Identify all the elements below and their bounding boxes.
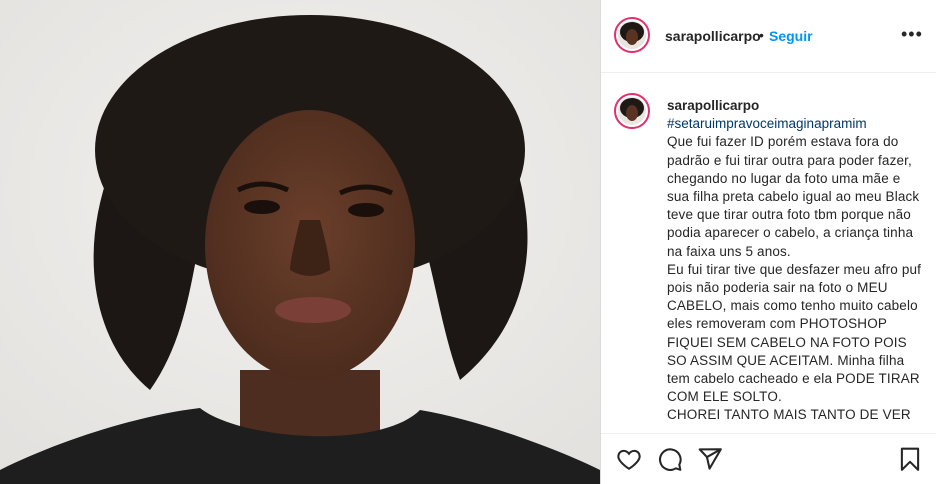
- post-actions: [601, 434, 936, 484]
- caption-avatar[interactable]: [614, 93, 650, 129]
- hashtag-link[interactable]: #setaruimpravoceimaginapramim: [667, 115, 922, 133]
- post-side-panel: sarapollicarpo • Seguir ••• sarapollicar…: [601, 0, 936, 484]
- bookmark-icon[interactable]: [897, 446, 923, 472]
- caption-body: Que fui fazer ID porém estava fora do pa…: [667, 134, 922, 423]
- separator-dot: •: [759, 27, 764, 43]
- comments-area[interactable]: sarapollicarpo #setaruimpravoceimaginapr…: [601, 73, 936, 433]
- post-photo[interactable]: [0, 0, 600, 484]
- follow-button[interactable]: Seguir: [769, 28, 813, 44]
- portrait-image: [0, 0, 600, 484]
- heart-icon[interactable]: [616, 446, 642, 472]
- more-options-icon[interactable]: •••: [901, 24, 923, 45]
- avatar[interactable]: [614, 17, 650, 53]
- comment-icon[interactable]: [657, 446, 683, 472]
- post-username[interactable]: sarapollicarpo: [665, 28, 761, 44]
- caption-username[interactable]: sarapollicarpo: [667, 97, 922, 115]
- paper-plane-icon[interactable]: [697, 446, 723, 472]
- avatar-image: [618, 21, 646, 49]
- post-header: sarapollicarpo • Seguir •••: [601, 0, 936, 73]
- caption: sarapollicarpo #setaruimpravoceimaginapr…: [667, 97, 922, 425]
- avatar-image: [618, 97, 646, 125]
